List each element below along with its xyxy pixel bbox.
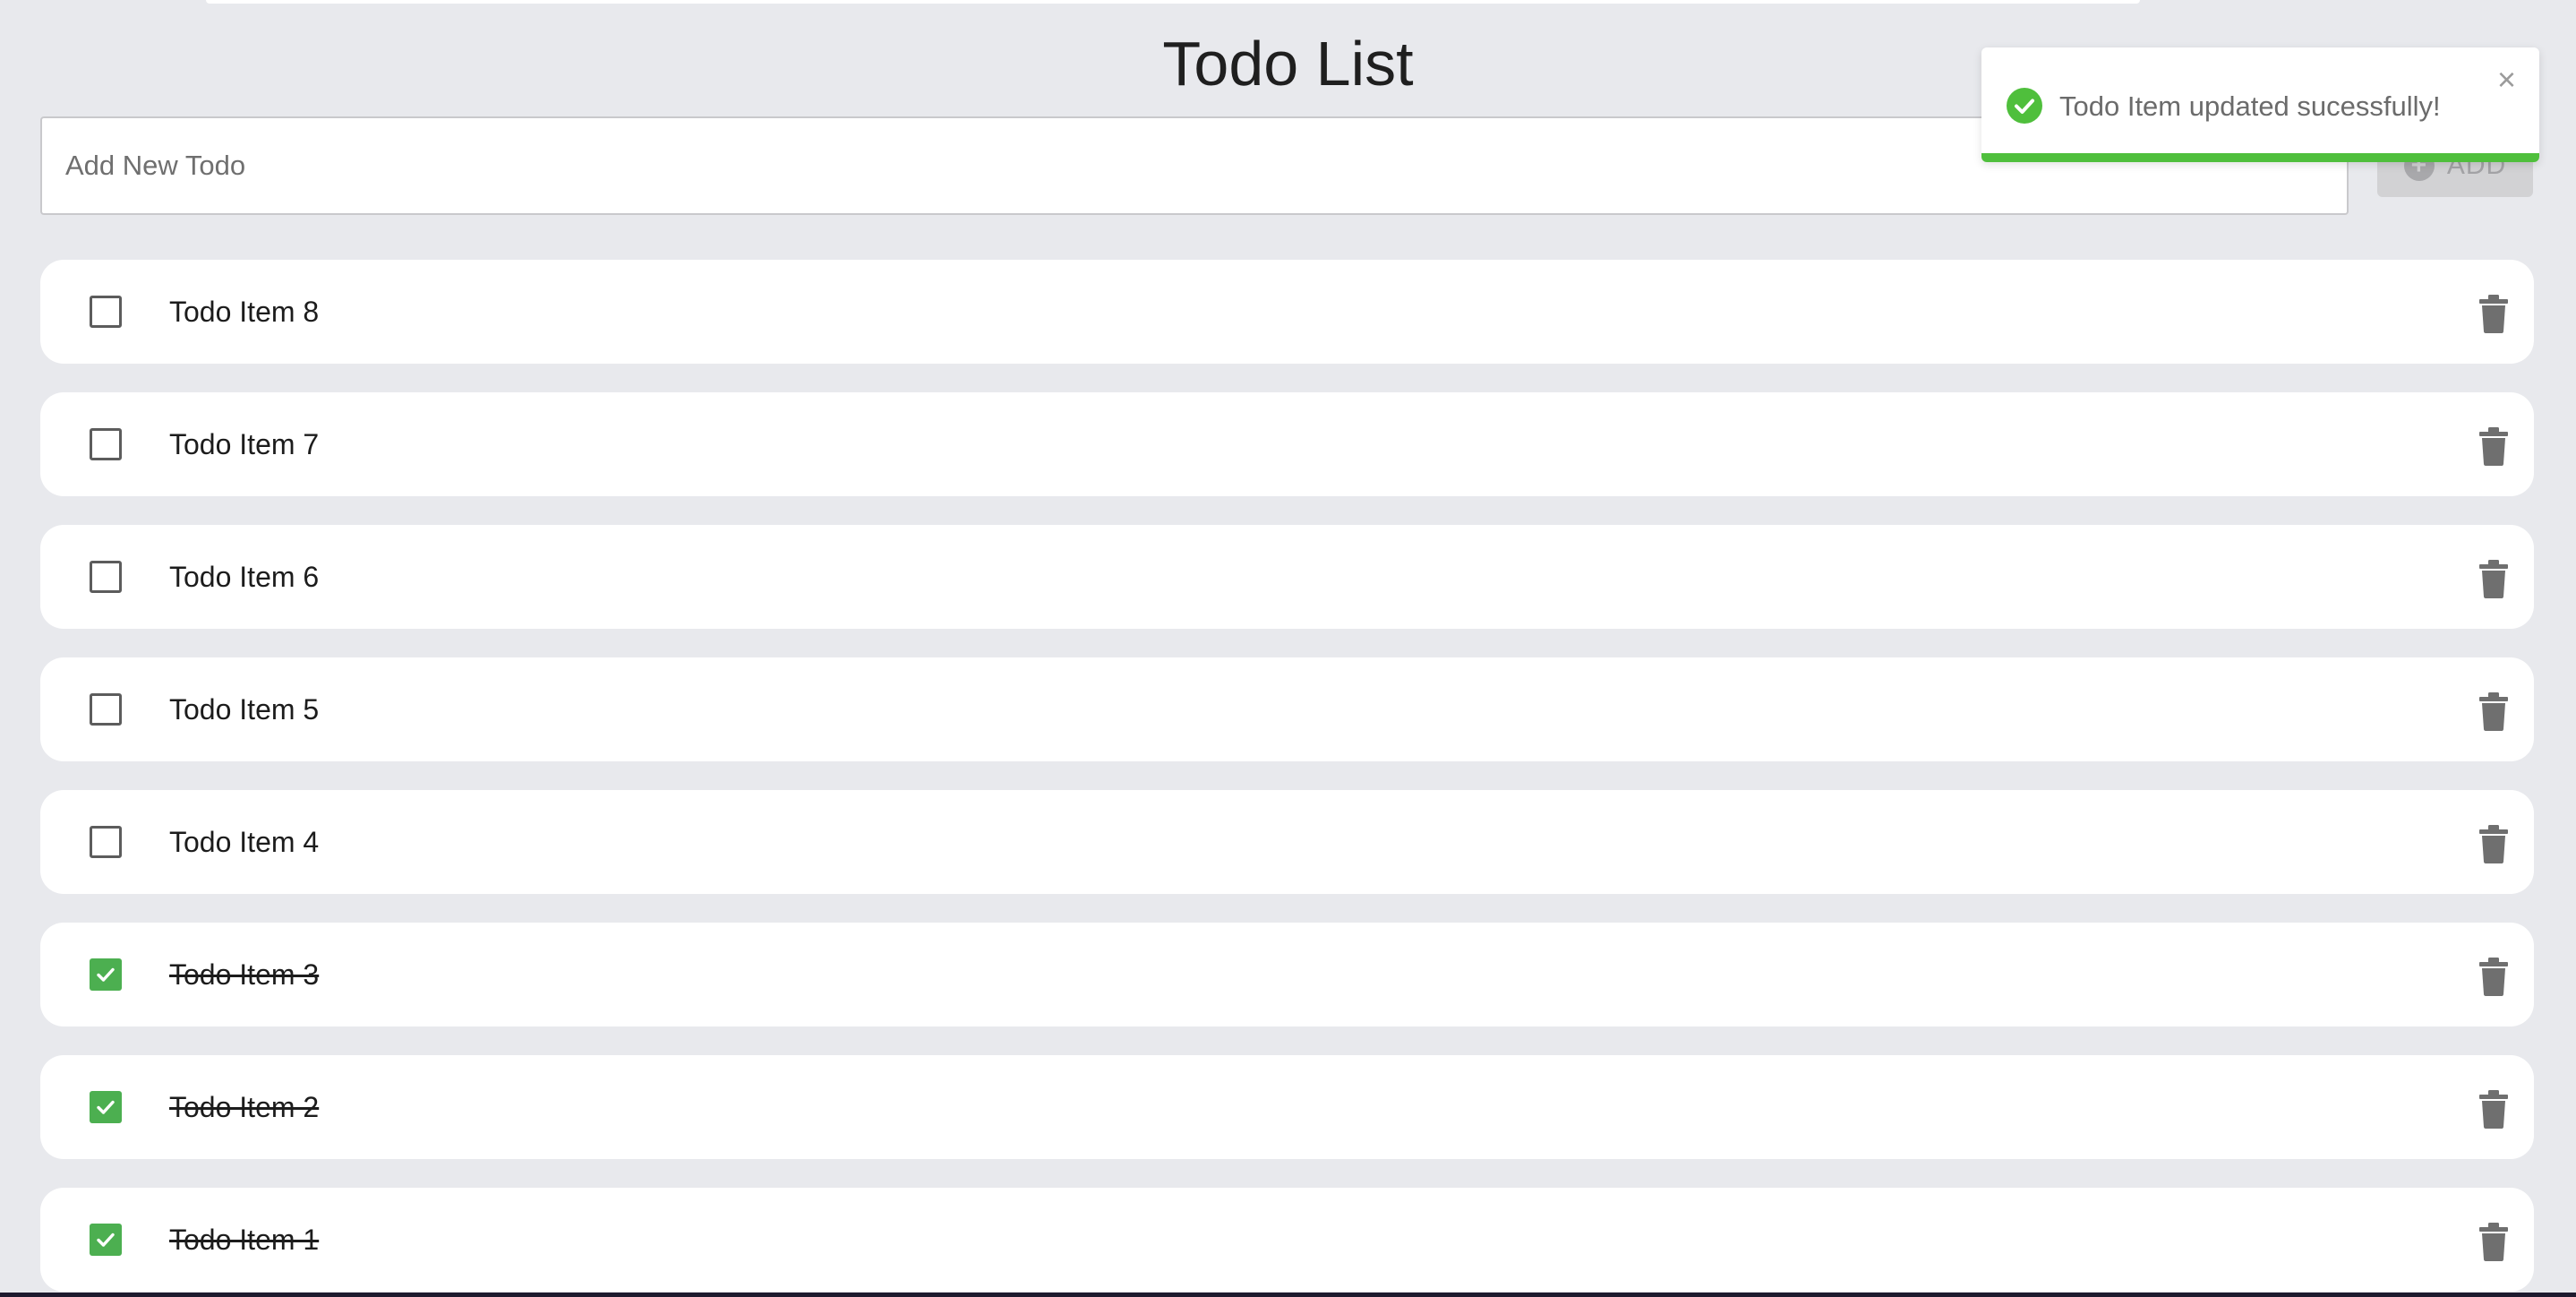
- trash-icon[interactable]: [2476, 1222, 2512, 1261]
- todo-label: Todo Item 2: [169, 1091, 320, 1123]
- todo-item: Todo Item 2: [40, 1055, 2534, 1159]
- todo-item: Todo Item 1: [40, 1188, 2534, 1292]
- checkmark-icon: [97, 1100, 115, 1114]
- trash-icon[interactable]: [2476, 824, 2512, 863]
- todo-checkbox[interactable]: [90, 826, 122, 858]
- todo-label: Todo Item 7: [169, 428, 320, 460]
- toast-message: Todo Item updated sucessfully!: [2059, 90, 2441, 122]
- todo-label: Todo Item 6: [169, 561, 320, 593]
- todo-checkbox[interactable]: [90, 1091, 122, 1123]
- todo-label: Todo Item 8: [169, 296, 320, 328]
- success-check-icon: [2007, 88, 2042, 124]
- trash-icon[interactable]: [2476, 1089, 2512, 1129]
- top-strip: [206, 0, 2140, 4]
- todo-item: Todo Item 6: [40, 525, 2534, 629]
- todo-checkbox[interactable]: [90, 958, 122, 991]
- todo-checkbox[interactable]: [90, 428, 122, 460]
- toast-notification: Todo Item updated sucessfully! ×: [1981, 47, 2539, 162]
- toast-close-icon[interactable]: ×: [2497, 64, 2516, 96]
- todo-checkbox[interactable]: [90, 296, 122, 328]
- checkmark-icon: [97, 967, 115, 982]
- todo-checkbox[interactable]: [90, 1224, 122, 1256]
- todo-checkbox[interactable]: [90, 561, 122, 593]
- toast-progress-bar: [1981, 153, 2539, 162]
- trash-icon[interactable]: [2476, 691, 2512, 731]
- trash-icon[interactable]: [2476, 294, 2512, 333]
- todo-label: Todo Item 5: [169, 693, 320, 726]
- todo-label: Todo Item 1: [169, 1224, 320, 1256]
- app-window: Todo List + ADD Todo Item 8Todo Item 7To…: [0, 0, 2576, 1293]
- todo-label: Todo Item 4: [169, 826, 320, 858]
- todo-checkbox[interactable]: [90, 693, 122, 726]
- todo-item: Todo Item 5: [40, 657, 2534, 761]
- todo-item: Todo Item 3: [40, 923, 2534, 1026]
- checkmark-icon: [97, 1233, 115, 1247]
- trash-icon[interactable]: [2476, 426, 2512, 466]
- trash-icon[interactable]: [2476, 559, 2512, 598]
- todo-item: Todo Item 4: [40, 790, 2534, 894]
- todo-label: Todo Item 3: [169, 958, 320, 991]
- trash-icon[interactable]: [2476, 957, 2512, 996]
- todo-item: Todo Item 8: [40, 260, 2534, 364]
- todo-item: Todo Item 7: [40, 392, 2534, 496]
